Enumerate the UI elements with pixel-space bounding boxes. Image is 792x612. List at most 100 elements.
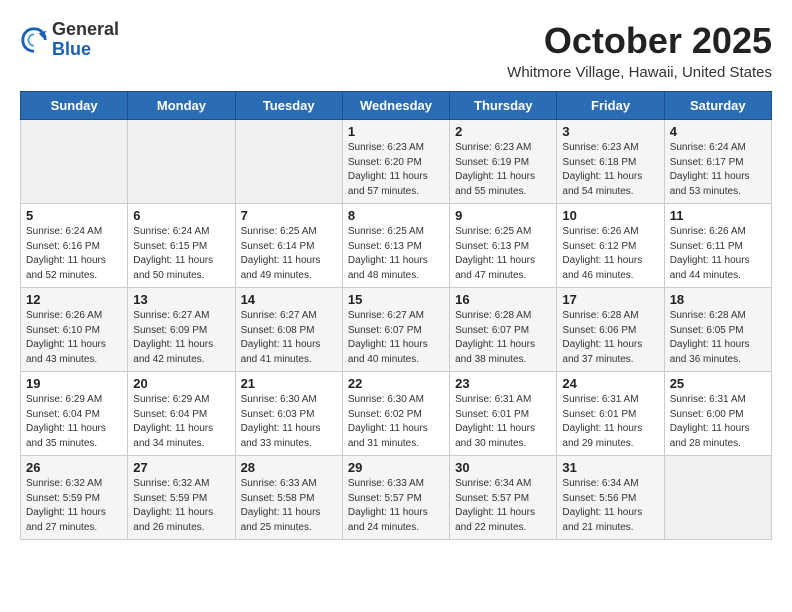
calendar-cell: 10 Sunrise: 6:26 AM Sunset: 6:12 PM Dayli… <box>557 204 664 288</box>
weekday-header-row: SundayMondayTuesdayWednesdayThursdayFrid… <box>21 92 772 120</box>
day-info: Sunrise: 6:28 AM Sunset: 6:05 PM Dayligh… <box>670 309 766 367</box>
day-info: Sunrise: 6:25 AM Sunset: 6:13 PM Dayligh… <box>455 225 551 283</box>
day-info: Sunrise: 6:30 AM Sunset: 6:03 PM Dayligh… <box>241 393 337 451</box>
calendar-cell: 28Sunrise: 6:33 AM Sunset: 5:58 PM Dayli… <box>235 456 342 540</box>
calendar-cell: 18Sunrise: 6:28 AM Sunset: 6:05 PM Dayli… <box>664 288 771 372</box>
calendar-cell: 3 Sunrise: 6:23 AM Sunset: 6:18 PM Daylig… <box>557 120 664 204</box>
day-info: Sunrise: 6:33 AM Sunset: 5:57 PM Dayligh… <box>348 477 444 535</box>
calendar-cell: 12Sunrise: 6:26 AM Sunset: 6:10 PM Dayli… <box>21 288 128 372</box>
day-info: Sunrise: 6:25 AM Sunset: 6:13 PM Dayligh… <box>348 225 444 283</box>
day-info: Sunrise: 6:27 AM Sunset: 6:09 PM Dayligh… <box>133 309 229 367</box>
day-number: 7 <box>241 208 337 223</box>
day-info: Sunrise: 6:24 AM Sunset: 6:16 PM Dayligh… <box>26 225 122 283</box>
calendar-week-row: 5 Sunrise: 6:24 AM Sunset: 6:16 PM Daylig… <box>21 204 772 288</box>
day-info: Sunrise: 6:23 AM Sunset: 6:18 PM Dayligh… <box>562 141 658 199</box>
day-info: Sunrise: 6:26 AM Sunset: 6:11 PM Dayligh… <box>670 225 766 283</box>
day-number: 20 <box>133 376 229 391</box>
day-number: 4 <box>670 124 766 139</box>
day-info: Sunrise: 6:24 AM Sunset: 6:17 PM Dayligh… <box>670 141 766 199</box>
day-info: Sunrise: 6:31 AM Sunset: 6:01 PM Dayligh… <box>455 393 551 451</box>
month-title: October 2025 <box>507 20 772 62</box>
day-info: Sunrise: 6:32 AM Sunset: 5:59 PM Dayligh… <box>26 477 122 535</box>
calendar-week-row: 26 Sunrise: 6:32 AM Sunset: 5:59 PM Dayli… <box>21 456 772 540</box>
calendar-cell: 6 Sunrise: 6:24 AM Sunset: 6:15 PM Daylig… <box>128 204 235 288</box>
calendar-cell: 29 Sunrise: 6:33 AM Sunset: 5:57 PM Dayli… <box>342 456 449 540</box>
day-number: 9 <box>455 208 551 223</box>
day-number: 3 <box>562 124 658 139</box>
day-info: Sunrise: 6:26 AM Sunset: 6:12 PM Dayligh… <box>562 225 658 283</box>
weekday-header: Saturday <box>664 92 771 120</box>
calendar-cell: 1Sunrise: 6:23 AM Sunset: 6:20 PM Daylig… <box>342 120 449 204</box>
weekday-header: Tuesday <box>235 92 342 120</box>
day-number: 21 <box>241 376 337 391</box>
day-number: 25 <box>670 376 766 391</box>
calendar-cell: 16Sunrise: 6:28 AM Sunset: 6:07 PM Dayli… <box>450 288 557 372</box>
day-number: 6 <box>133 208 229 223</box>
weekday-header: Monday <box>128 92 235 120</box>
day-info: Sunrise: 6:27 AM Sunset: 6:07 PM Dayligh… <box>348 309 444 367</box>
day-number: 13 <box>133 292 229 307</box>
calendar-week-row: 19 Sunrise: 6:29 AM Sunset: 6:04 PM Dayli… <box>21 372 772 456</box>
day-number: 5 <box>26 208 122 223</box>
day-number: 16 <box>455 292 551 307</box>
day-number: 27 <box>133 460 229 475</box>
calendar-cell <box>235 120 342 204</box>
calendar-cell: 21 Sunrise: 6:30 AM Sunset: 6:03 PM Dayli… <box>235 372 342 456</box>
logo-general: General <box>52 19 119 39</box>
calendar-cell: 17 Sunrise: 6:28 AM Sunset: 6:06 PM Dayli… <box>557 288 664 372</box>
calendar-cell: 23Sunrise: 6:31 AM Sunset: 6:01 PM Dayli… <box>450 372 557 456</box>
day-info: Sunrise: 6:28 AM Sunset: 6:06 PM Dayligh… <box>562 309 658 367</box>
day-info: Sunrise: 6:23 AM Sunset: 6:20 PM Dayligh… <box>348 141 444 199</box>
day-info: Sunrise: 6:33 AM Sunset: 5:58 PM Dayligh… <box>241 477 337 535</box>
location: Whitmore Village, Hawaii, United States <box>507 64 772 81</box>
calendar-cell: 8Sunrise: 6:25 AM Sunset: 6:13 PM Daylig… <box>342 204 449 288</box>
day-info: Sunrise: 6:34 AM Sunset: 5:56 PM Dayligh… <box>562 477 658 535</box>
weekday-header: Wednesday <box>342 92 449 120</box>
day-number: 15 <box>348 292 444 307</box>
day-number: 19 <box>26 376 122 391</box>
day-info: Sunrise: 6:25 AM Sunset: 6:14 PM Dayligh… <box>241 225 337 283</box>
day-number: 31 <box>562 460 658 475</box>
calendar-cell: 20 Sunrise: 6:29 AM Sunset: 6:04 PM Dayli… <box>128 372 235 456</box>
calendar-cell: 31 Sunrise: 6:34 AM Sunset: 5:56 PM Dayli… <box>557 456 664 540</box>
calendar-cell <box>664 456 771 540</box>
day-info: Sunrise: 6:29 AM Sunset: 6:04 PM Dayligh… <box>133 393 229 451</box>
day-number: 17 <box>562 292 658 307</box>
calendar-cell: 19 Sunrise: 6:29 AM Sunset: 6:04 PM Dayli… <box>21 372 128 456</box>
day-info: Sunrise: 6:26 AM Sunset: 6:10 PM Dayligh… <box>26 309 122 367</box>
calendar-cell <box>21 120 128 204</box>
weekday-header: Thursday <box>450 92 557 120</box>
page-header: General Blue October 2025 Whitmore Villa… <box>20 20 772 81</box>
calendar-cell: 27 Sunrise: 6:32 AM Sunset: 5:59 PM Dayli… <box>128 456 235 540</box>
day-info: Sunrise: 6:24 AM Sunset: 6:15 PM Dayligh… <box>133 225 229 283</box>
logo-text: General Blue <box>52 20 119 60</box>
day-number: 30 <box>455 460 551 475</box>
calendar-cell: 26 Sunrise: 6:32 AM Sunset: 5:59 PM Dayli… <box>21 456 128 540</box>
calendar-week-row: 1Sunrise: 6:23 AM Sunset: 6:20 PM Daylig… <box>21 120 772 204</box>
day-number: 26 <box>26 460 122 475</box>
title-block: October 2025 Whitmore Village, Hawaii, U… <box>507 20 772 81</box>
calendar-cell: 9 Sunrise: 6:25 AM Sunset: 6:13 PM Daylig… <box>450 204 557 288</box>
calendar-week-row: 12Sunrise: 6:26 AM Sunset: 6:10 PM Dayli… <box>21 288 772 372</box>
day-info: Sunrise: 6:32 AM Sunset: 5:59 PM Dayligh… <box>133 477 229 535</box>
logo-icon <box>20 26 48 54</box>
calendar-cell: 2Sunrise: 6:23 AM Sunset: 6:19 PM Daylig… <box>450 120 557 204</box>
weekday-header: Sunday <box>21 92 128 120</box>
calendar-cell: 14Sunrise: 6:27 AM Sunset: 6:08 PM Dayli… <box>235 288 342 372</box>
calendar-cell: 22Sunrise: 6:30 AM Sunset: 6:02 PM Dayli… <box>342 372 449 456</box>
day-info: Sunrise: 6:23 AM Sunset: 6:19 PM Dayligh… <box>455 141 551 199</box>
calendar-table: SundayMondayTuesdayWednesdayThursdayFrid… <box>20 91 772 540</box>
day-number: 24 <box>562 376 658 391</box>
day-info: Sunrise: 6:31 AM Sunset: 6:01 PM Dayligh… <box>562 393 658 451</box>
day-number: 10 <box>562 208 658 223</box>
calendar-cell <box>128 120 235 204</box>
day-number: 22 <box>348 376 444 391</box>
day-info: Sunrise: 6:34 AM Sunset: 5:57 PM Dayligh… <box>455 477 551 535</box>
weekday-header: Friday <box>557 92 664 120</box>
logo: General Blue <box>20 20 119 60</box>
day-number: 11 <box>670 208 766 223</box>
day-number: 29 <box>348 460 444 475</box>
day-info: Sunrise: 6:29 AM Sunset: 6:04 PM Dayligh… <box>26 393 122 451</box>
logo-blue: Blue <box>52 39 91 59</box>
calendar-cell: 4 Sunrise: 6:24 AM Sunset: 6:17 PM Daylig… <box>664 120 771 204</box>
